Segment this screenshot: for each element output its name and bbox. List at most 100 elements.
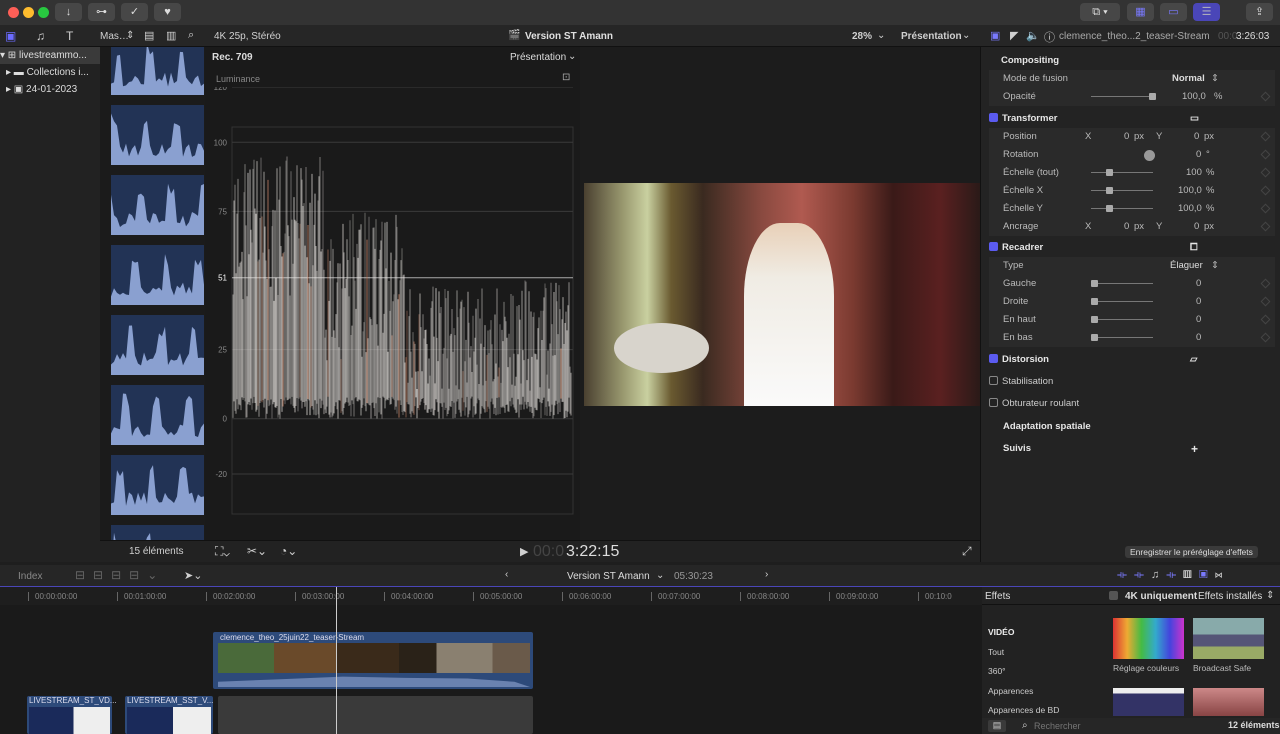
4k-only-checkbox[interactable]: [1109, 591, 1118, 600]
scale-slider[interactable]: [1091, 172, 1153, 173]
video-inspector-icon[interactable]: ▣: [990, 29, 1000, 42]
select-tool-icon[interactable]: ➤⌄: [184, 569, 202, 582]
keyframe-icon[interactable]: [1261, 150, 1271, 160]
back-icon[interactable]: ‹: [505, 569, 508, 580]
anchor-y-value[interactable]: 0: [1194, 218, 1199, 236]
effects-search-input[interactable]: [1034, 719, 1194, 733]
keyframe-icon[interactable]: [1261, 315, 1271, 325]
share-icon[interactable]: ⇪: [1246, 3, 1273, 21]
keyframe-icon[interactable]: [1261, 92, 1271, 102]
scale-y-slider[interactable]: [1091, 208, 1153, 209]
distortion-onscreen-icon[interactable]: ▱: [1190, 351, 1197, 369]
keyframe-icon[interactable]: [1261, 222, 1271, 232]
crop-right-value[interactable]: 0: [1196, 293, 1201, 311]
crop-top-slider[interactable]: [1091, 319, 1153, 320]
slider-knob[interactable]: [1106, 187, 1113, 194]
audio-inspector-icon[interactable]: 🔈: [1026, 29, 1040, 42]
library-item[interactable]: ▾ ⊞ livestreammo...: [0, 47, 100, 64]
clip-appearance-icon[interactable]: ▤: [144, 29, 154, 42]
opacity-slider[interactable]: [1091, 96, 1153, 97]
transform-onscreen-icon[interactable]: ▭: [1190, 110, 1199, 128]
keyframe-icon[interactable]: [1261, 204, 1271, 214]
scale-all-value[interactable]: 100: [1186, 164, 1202, 182]
opacity-value[interactable]: 100,0: [1182, 88, 1206, 106]
checkbox-unchecked[interactable]: [989, 398, 998, 407]
keyframe-icon[interactable]: [1261, 297, 1271, 307]
browser-toggle-icon[interactable]: ▦: [1127, 3, 1154, 21]
crop-left-slider[interactable]: [1091, 283, 1153, 284]
keyframe-icon[interactable]: [1261, 168, 1271, 178]
play-button[interactable]: ▶: [520, 545, 528, 558]
checkbox-checked[interactable]: [989, 113, 998, 122]
effects-category[interactable]: 360°: [988, 666, 1098, 686]
viewer-display-select[interactable]: Présentation: [901, 31, 962, 42]
timeline-tracks[interactable]: clemence_theo_25juin22_teaser-Stream LIV…: [0, 605, 982, 734]
livestream-clip-1[interactable]: LIVESTREAM_ST_VD...: [27, 696, 112, 734]
crop-top-value[interactable]: 0: [1196, 311, 1201, 329]
info-inspector-icon[interactable]: ⓘ: [1044, 29, 1055, 45]
workspace-menu-icon[interactable]: ⧉ ▾: [1080, 3, 1120, 21]
main-clip[interactable]: clemence_theo_25juin22_teaser-Stream: [213, 632, 533, 689]
effect-thumb[interactable]: [1113, 688, 1184, 716]
timeline-toggle-icon[interactable]: ▭: [1160, 3, 1187, 21]
slider-knob[interactable]: [1091, 298, 1098, 305]
libraries-icon[interactable]: ▣: [5, 29, 16, 43]
scale-x-slider[interactable]: [1091, 190, 1153, 191]
crop-onscreen-icon[interactable]: ⧠: [1190, 239, 1198, 257]
position-x-value[interactable]: 0: [1124, 128, 1129, 146]
rotation-value[interactable]: 0: [1196, 146, 1201, 164]
crop-left-value[interactable]: 0: [1196, 275, 1201, 293]
keywords-button[interactable]: ⊶: [88, 3, 115, 21]
edit-buttons-icon[interactable]: ⊟⊟⊟⊟⌄: [75, 568, 165, 582]
favorite-button[interactable]: ♥: [154, 3, 181, 21]
checkbox-checked[interactable]: [989, 354, 998, 363]
browser-clip-thumbnail[interactable]: [111, 47, 204, 95]
playhead[interactable]: [336, 587, 337, 734]
effects-category[interactable]: Apparences: [988, 686, 1098, 706]
scale-y-value[interactable]: 100,0: [1178, 200, 1202, 218]
speed-icon[interactable]: ◔⌄: [280, 544, 297, 558]
slider-knob[interactable]: [1106, 205, 1113, 212]
keyframe-icon[interactable]: [1261, 333, 1271, 343]
transform-tool-icon[interactable]: ⛶⌄: [215, 544, 230, 559]
save-preset-button[interactable]: Enregistrer le préréglage d'effets: [1125, 546, 1258, 558]
color-inspector-icon[interactable]: ◤: [1010, 29, 1018, 42]
slider-knob[interactable]: [1149, 93, 1156, 100]
library-item[interactable]: ▸ ▣ 24-01-2023: [0, 81, 100, 98]
crop-bottom-value[interactable]: 0: [1196, 329, 1201, 347]
livestream-clip-2[interactable]: LIVESTREAM_SST_V...: [125, 696, 213, 734]
filter-select[interactable]: Mas…: [100, 31, 129, 42]
forward-icon[interactable]: ›: [765, 569, 768, 580]
crop-bottom-slider[interactable]: [1091, 337, 1153, 338]
browser-clip-thumbnail[interactable]: [111, 175, 204, 235]
effect-thumb-color[interactable]: [1113, 618, 1184, 659]
crop-right-slider[interactable]: [1091, 301, 1153, 302]
import-button[interactable]: ↓: [55, 3, 82, 21]
slider-knob[interactable]: [1091, 280, 1098, 287]
background-tasks-button[interactable]: ✓: [121, 3, 148, 21]
fullscreen-icon[interactable]: ⤢: [962, 544, 972, 559]
keyframe-icon[interactable]: [1261, 186, 1271, 196]
browser-clip-thumbnail[interactable]: [111, 315, 204, 375]
checkbox-checked[interactable]: [989, 242, 998, 251]
inspector-toggle-icon[interactable]: ☰: [1193, 3, 1220, 21]
browser-clip-thumbnail[interactable]: [111, 105, 204, 165]
browser-clip-thumbnail[interactable]: [111, 385, 204, 445]
photos-audio-icon[interactable]: ♫: [36, 29, 45, 43]
blend-mode-select[interactable]: Normal: [1172, 70, 1205, 88]
titles-icon[interactable]: T: [66, 29, 73, 43]
installed-effects-select[interactable]: Effets installés: [1198, 591, 1262, 602]
slider-knob[interactable]: [1091, 334, 1098, 341]
index-button[interactable]: Index: [18, 571, 42, 582]
library-item[interactable]: ▸ ▬ Collections i...: [0, 64, 100, 81]
rotation-dial[interactable]: [1144, 150, 1155, 161]
timeline-view-icons[interactable]: ⟛⟛♫⟛▥▣⋈: [1117, 569, 1230, 582]
zoom-select[interactable]: 28%: [852, 31, 872, 42]
scale-x-value[interactable]: 100,0: [1178, 182, 1202, 200]
enhance-icon[interactable]: ✂⌄: [247, 544, 267, 558]
anchor-x-value[interactable]: 0: [1124, 218, 1129, 236]
crop-type-select[interactable]: Élaguer: [1170, 257, 1203, 275]
checkbox-unchecked[interactable]: [989, 376, 998, 385]
effect-thumb[interactable]: [1193, 688, 1264, 716]
keyframe-icon[interactable]: [1261, 279, 1271, 289]
